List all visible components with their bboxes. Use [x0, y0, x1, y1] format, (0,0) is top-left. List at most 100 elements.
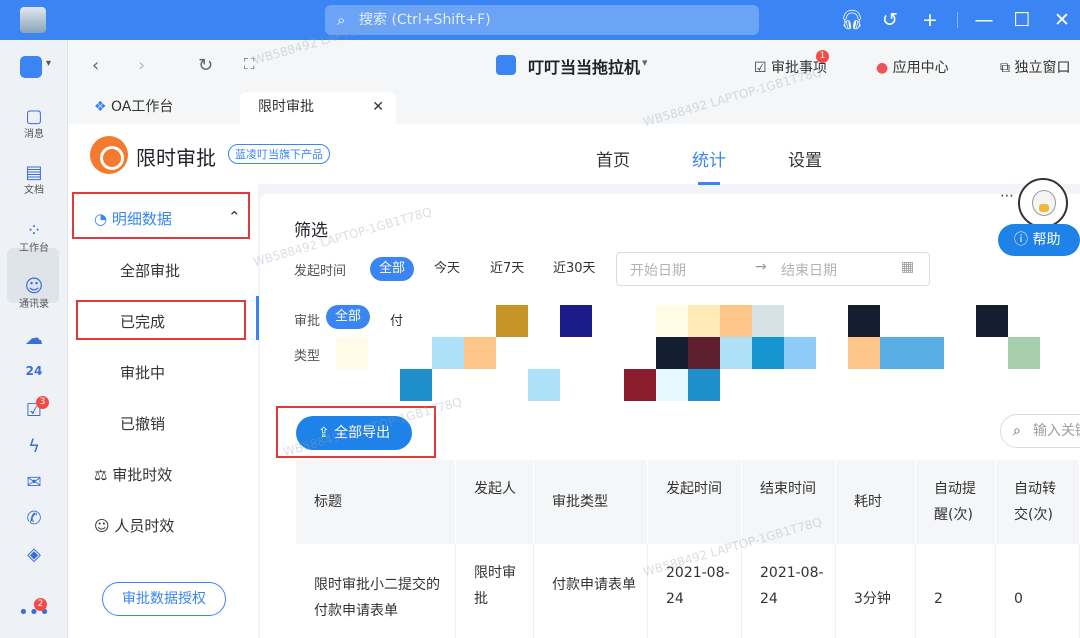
start-date-input[interactable]: 开始日期: [630, 260, 686, 280]
sidebar-item-people[interactable]: ☺ 人员时效: [68, 515, 258, 536]
keyword-search-placeholder: 输入关键: [1033, 423, 1080, 439]
type-option-all[interactable]: 全部: [326, 305, 371, 329]
table-header-type: 审批类型: [534, 460, 648, 544]
time-option-today[interactable]: 今天: [425, 257, 469, 281]
table-cell-title[interactable]: 限时审批小二提交的付款申请表单: [296, 544, 456, 638]
selected-indicator: [256, 296, 259, 340]
leftbar-label: 文档: [24, 185, 44, 196]
tab-timed-approval[interactable]: 限时审批 ✕: [240, 92, 396, 124]
table-cell-auto-remind: 2: [916, 544, 996, 638]
filter-title: 筛选: [294, 221, 328, 241]
phone-icon[interactable]: ✆: [0, 508, 68, 529]
table-cell-duration: 3分钟: [836, 544, 916, 638]
oa-icon: ❖: [94, 99, 112, 115]
table-header-auto-remind: 自动提醒(次): [916, 460, 996, 544]
help-label: 帮助: [1032, 232, 1061, 248]
minimize-icon[interactable]: —: [970, 6, 998, 34]
app-content: 限时审批 蓝凌叮当旗下产品 首页 统计 设置 ◔ 明细数据 ⌃ 全部审批 已完成…: [68, 124, 1080, 638]
highlight-box: [76, 300, 246, 340]
search-icon: ⌕: [1013, 423, 1021, 439]
arrow-right-icon: →: [755, 259, 767, 275]
history-icon[interactable]: ↺: [876, 6, 904, 34]
active-tab-underline: [698, 182, 720, 185]
efficiency-label: 审批时效: [112, 466, 173, 484]
document-icon: ▤: [25, 162, 43, 183]
external-window-icon: ⧉: [1000, 60, 1015, 76]
mail-icon[interactable]: ✉: [0, 472, 68, 493]
help-circle-icon: ⓘ: [1014, 232, 1033, 248]
approval-link-label: 审批事项: [771, 60, 828, 76]
sidebar-item-withdrawn[interactable]: 已撤销: [68, 413, 258, 434]
fullscreen-icon[interactable]: ⛶: [244, 55, 255, 73]
search-icon: ⌕: [337, 11, 346, 29]
tab-label: 限时审批: [258, 99, 314, 115]
todo-icon[interactable]: ☑: [0, 400, 68, 421]
avatar[interactable]: [20, 7, 46, 33]
people-label: 人员时效: [114, 517, 175, 535]
tab-statistics[interactable]: 统计: [692, 146, 726, 171]
table-header-start-time: 发起时间: [648, 460, 742, 544]
date-range-picker[interactable]: 开始日期 → 结束日期 ▦: [616, 252, 930, 286]
apps-dropdown-icon[interactable]: ▾: [46, 58, 51, 69]
data-authorization-button[interactable]: 审批数据授权: [102, 582, 226, 616]
chat-bubble-icon: ⋯: [1000, 188, 1014, 204]
tab-settings[interactable]: 设置: [788, 146, 822, 171]
ding-icon[interactable]: ◈: [0, 544, 68, 565]
close-tab-icon[interactable]: ✕: [372, 92, 384, 122]
apps-grid-icon[interactable]: [20, 56, 42, 78]
calendar-day: 24: [25, 364, 43, 378]
nav-bar: ‹ › ↻ ⛶ 叮叮当当拖拉机 ▾ ☑ 审批事项 1 ● 应用中心 ⧉ 独立窗口: [68, 40, 1080, 92]
tab-bar: ❖ OA工作台 限时审批 ✕: [68, 92, 1080, 124]
headset-icon[interactable]: 🎧︎: [838, 6, 866, 34]
sidebar-item-efficiency[interactable]: ⚖ 审批时效: [68, 464, 258, 485]
close-window-icon[interactable]: ✕: [1048, 6, 1076, 34]
standalone-label: 独立窗口: [1014, 60, 1071, 76]
keyword-search-input[interactable]: ⌕ 输入关键: [1000, 414, 1080, 448]
type-filter-label-2: 类型: [294, 349, 321, 364]
end-date-input[interactable]: 结束日期: [781, 260, 837, 280]
calendar-icon: ▦: [901, 259, 915, 275]
global-search-input[interactable]: ⌕ 搜索 (Ctrl+Shift+F): [325, 5, 759, 35]
standalone-window-link[interactable]: ⧉ 独立窗口: [1000, 57, 1070, 77]
sidebar: ◔ 明细数据 ⌃ 全部审批 已完成 审批中 已撤销 ⚖ 审批时效 ☺ 人员时效 …: [68, 184, 259, 638]
sidebar-item-in-progress[interactable]: 审批中: [68, 362, 258, 383]
time-option-7days[interactable]: 近7天: [481, 257, 533, 281]
time-option-30days[interactable]: 近30天: [544, 257, 605, 281]
app-title-dropdown-icon[interactable]: ▾: [642, 56, 648, 69]
more-badge: 2: [34, 598, 47, 611]
table-cell-auto-transfer: 0: [996, 544, 1080, 638]
tab-oa-workbench[interactable]: ❖ OA工作台: [94, 92, 234, 124]
tab-home[interactable]: 首页: [596, 146, 630, 171]
leftbar-item-workbench[interactable]: ⁘ 工作台: [0, 220, 68, 254]
checkbox-icon: ☑: [754, 60, 772, 76]
lightning-icon[interactable]: ϟ: [0, 436, 68, 457]
help-button[interactable]: ⓘ 帮助: [998, 224, 1080, 256]
person-icon: ☺: [94, 517, 115, 535]
leftbar-label: 通讯录: [19, 299, 49, 310]
leftbar-item-contacts[interactable]: ☺ 通讯录: [0, 276, 68, 310]
time-filter-label: 发起时间: [294, 264, 347, 279]
forward-icon[interactable]: ›: [138, 55, 145, 76]
app-icon: [496, 55, 516, 75]
maximize-icon[interactable]: ☐: [1008, 6, 1036, 34]
app-center-link[interactable]: ● 应用中心: [876, 57, 949, 77]
type-option-partial[interactable]: 付: [390, 310, 403, 329]
eagle-mascot-icon[interactable]: [1018, 178, 1068, 228]
type-filter-label-1: 审批: [294, 314, 321, 329]
cloud-icon[interactable]: ☁: [0, 328, 68, 349]
workbench-icon: ⁘: [26, 220, 42, 241]
table-cell-type: 付款申请表单: [534, 544, 648, 638]
title-bar: ⌕ 搜索 (Ctrl+Shift+F) 🎧︎ ↺ + — ☐ ✕: [0, 0, 1080, 40]
sidebar-item-all[interactable]: 全部审批: [68, 260, 258, 281]
app-title[interactable]: 叮叮当当拖拉机: [528, 54, 640, 78]
back-icon[interactable]: ‹: [92, 55, 99, 76]
leftbar-item-messages[interactable]: ▢ 消息: [0, 106, 68, 140]
leftbar-item-docs[interactable]: ▤ 文档: [0, 162, 68, 196]
time-option-all[interactable]: 全部: [370, 257, 415, 281]
add-icon[interactable]: +: [916, 6, 944, 34]
app-name: 限时审批: [136, 146, 216, 170]
app-header: 限时审批 蓝凌叮当旗下产品 首页 统计 设置: [68, 124, 1080, 185]
timed-approval-logo: [90, 136, 128, 174]
calendar-icon[interactable]: 24: [0, 364, 68, 378]
refresh-icon[interactable]: ↻: [198, 55, 213, 76]
